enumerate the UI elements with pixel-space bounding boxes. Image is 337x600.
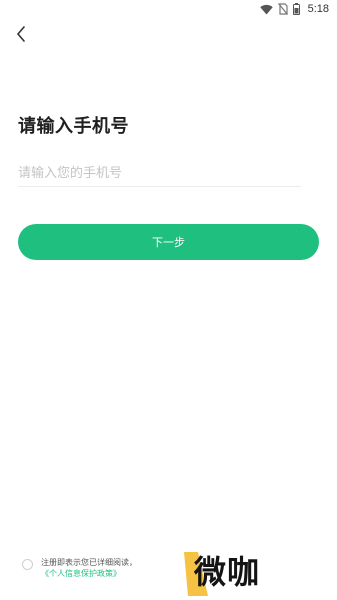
- status-time: 5:18: [307, 3, 329, 15]
- page-title: 请输入手机号: [18, 116, 129, 137]
- agree-checkbox[interactable]: [22, 559, 33, 570]
- phone-input[interactable]: [18, 160, 301, 187]
- agreement-text: 注册即表示您已详细阅读， 《个人信息保护政策》: [41, 557, 137, 579]
- watermark-logo: 微咖: [184, 550, 290, 598]
- battery-icon: [292, 3, 300, 15]
- wifi-icon: [259, 4, 273, 15]
- no-sim-icon: [277, 3, 288, 15]
- agreement-prefix: 注册即表示您已详细阅读，: [41, 558, 137, 567]
- back-button[interactable]: [10, 25, 32, 47]
- chevron-left-icon: [16, 26, 26, 46]
- status-icons: 5:18: [259, 3, 329, 15]
- watermark-text: 微咖: [194, 553, 261, 591]
- agreement: 注册即表示您已详细阅读， 《个人信息保护政策》: [22, 557, 137, 579]
- privacy-policy-link[interactable]: 《个人信息保护政策》: [41, 568, 137, 579]
- status-bar: 5:18: [0, 0, 337, 20]
- next-button[interactable]: 下一步: [18, 224, 319, 260]
